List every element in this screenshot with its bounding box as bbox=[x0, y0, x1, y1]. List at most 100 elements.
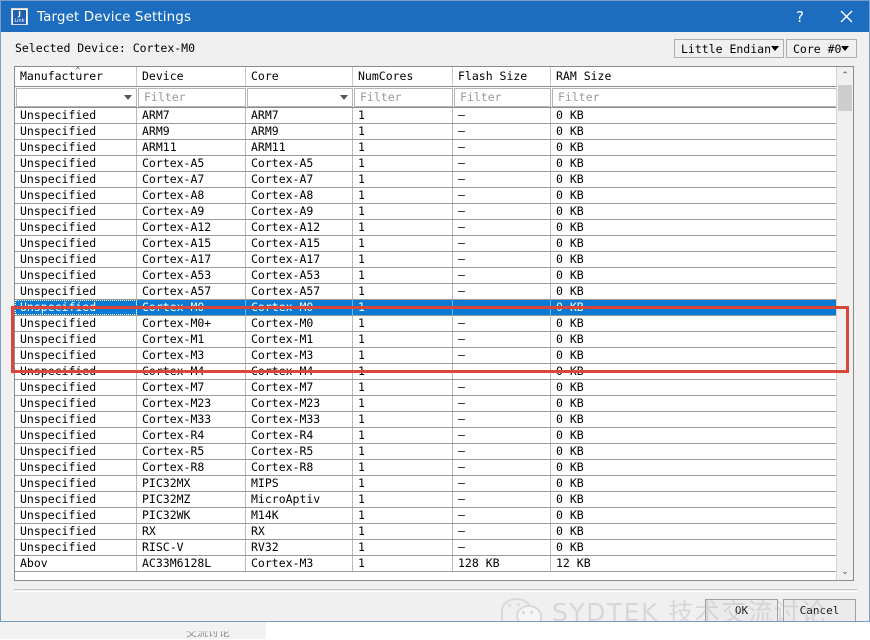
cell-manufacturer: Unspecified bbox=[15, 108, 137, 123]
cell-manufacturer: Unspecified bbox=[15, 300, 137, 315]
table-row[interactable]: Unspecified Cortex-A7 Cortex-A7 1–0 KB bbox=[15, 172, 838, 188]
cell-manufacturer: Unspecified bbox=[15, 396, 137, 411]
table-row[interactable]: Unspecified Cortex-A17 Cortex-A17 1–0 KB bbox=[15, 252, 838, 268]
core-dropdown-value: Core #0 bbox=[793, 41, 842, 56]
table-row[interactable]: Unspecified Cortex-A12 Cortex-A12 1–0 KB bbox=[15, 220, 838, 236]
column-header-device[interactable]: Device bbox=[137, 67, 246, 86]
table-row[interactable]: Unspecified Cortex-A53 Cortex-A53 1–0 KB bbox=[15, 268, 838, 284]
cell-flash: – bbox=[453, 508, 551, 523]
table-row[interactable]: Unspecified Cortex-M3 Cortex-M3 1–0 KB bbox=[15, 348, 838, 364]
table-row[interactable]: Unspecified Cortex-A9 Cortex-A9 1–0 KB bbox=[15, 204, 838, 220]
chevron-down-icon bbox=[124, 95, 132, 100]
cell-ram: 12 KB bbox=[556, 556, 591, 570]
table-row[interactable]: Unspecified Cortex-R5 Cortex-R5 1–0 KB bbox=[15, 444, 838, 460]
cell-ram: 0 KB bbox=[556, 252, 584, 266]
cell-flash: 128 KB bbox=[453, 556, 551, 571]
cell-numcores: 1 bbox=[353, 508, 453, 523]
filter-placeholder: Filter bbox=[460, 90, 502, 104]
filter-input-numcores[interactable]: Filter bbox=[354, 88, 453, 107]
watermark: SYDTEK 技术交流讨论 bbox=[501, 593, 827, 621]
table-row[interactable]: Unspecified ARM7 ARM7 1–0 KB bbox=[15, 108, 838, 124]
footer-divider-highlight bbox=[14, 591, 857, 592]
column-header-core[interactable]: Core bbox=[246, 67, 353, 86]
close-button[interactable] bbox=[823, 1, 869, 32]
cell-ram: 0 KB bbox=[556, 316, 584, 330]
table-row[interactable]: Unspecified RISC-V RV32 1–0 KB bbox=[15, 540, 838, 556]
table-row[interactable]: Unspecified Cortex-M33 Cortex-M33 1–0 KB bbox=[15, 412, 838, 428]
table-row[interactable]: Abov AC33M6128L Cortex-M3 1 128 KB 12 KB bbox=[15, 556, 838, 572]
cell-device: ARM11 bbox=[137, 140, 246, 155]
table-row[interactable]: Unspecified Cortex-A5 Cortex-A5 1–0 KB bbox=[15, 156, 838, 172]
cell-core: Cortex-A53 bbox=[246, 268, 353, 283]
cell-device: Cortex-M0+ bbox=[137, 316, 246, 331]
column-header-numcores[interactable]: NumCores bbox=[353, 67, 453, 86]
table-row[interactable]: Unspecified Cortex-A8 Cortex-A8 1–0 KB bbox=[15, 188, 838, 204]
table-row[interactable]: Unspecified Cortex-R4 Cortex-R4 1–0 KB bbox=[15, 428, 838, 444]
table-row[interactable]: Unspecified ARM11 ARM11 1–0 KB bbox=[15, 140, 838, 156]
table-row[interactable]: Unspecified RX RX 1–0 KB bbox=[15, 524, 838, 540]
cell-flash: – bbox=[453, 252, 551, 267]
cell-manufacturer: Unspecified bbox=[15, 156, 137, 171]
core-dropdown[interactable]: Core #0 bbox=[786, 39, 857, 58]
table-row[interactable]: Unspecified Cortex-M4 Cortex-M4 1–0 KB bbox=[15, 364, 838, 380]
filter-input-core[interactable] bbox=[247, 88, 353, 107]
table-row[interactable]: Unspecified Cortex-R8 Cortex-R8 1–0 KB bbox=[15, 460, 838, 476]
cell-core: Cortex-A9 bbox=[246, 204, 353, 219]
cell-numcores: 1 bbox=[353, 364, 453, 379]
column-header-manufacturer[interactable]: Manufacturer bbox=[15, 67, 137, 86]
cell-core: Cortex-A17 bbox=[246, 252, 353, 267]
cell-manufacturer: Unspecified bbox=[15, 444, 137, 459]
filter-input-device[interactable]: Filter bbox=[138, 88, 246, 107]
scroll-down-button[interactable]: ⌄ bbox=[837, 563, 853, 580]
cell-numcores: 1 bbox=[353, 380, 453, 395]
cell-ram: 0 KB bbox=[556, 188, 584, 202]
table-row[interactable]: Unspecified PIC32MX MIPS 1–0 KB bbox=[15, 476, 838, 492]
cell-numcores: 1 bbox=[353, 476, 453, 491]
cell-core: Cortex-M1 bbox=[246, 332, 353, 347]
table-row[interactable]: Unspecified Cortex-M23 Cortex-M23 1–0 KB bbox=[15, 396, 838, 412]
column-header-flash-size[interactable]: Flash Size bbox=[453, 67, 551, 86]
cell-numcores: 1 bbox=[353, 124, 453, 139]
table-row[interactable]: Unspecified Cortex-A15 Cortex-A15 1–0 KB bbox=[15, 236, 838, 252]
table-row[interactable]: Unspecified Cortex-M0+ Cortex-M0 1–0 KB bbox=[15, 316, 838, 332]
filter-input-ram-size[interactable]: Filter bbox=[552, 88, 838, 107]
cell-core: Cortex-M4 bbox=[246, 364, 353, 379]
cell-numcores: 1 bbox=[353, 540, 453, 555]
cell-numcores: 1 bbox=[353, 332, 453, 347]
cell-device: Cortex-M1 bbox=[137, 332, 246, 347]
cell-manufacturer: Unspecified bbox=[15, 188, 137, 203]
table-row[interactable]: Unspecified Cortex-M7 Cortex-M7 1–0 KB bbox=[15, 380, 838, 396]
help-button[interactable]: ? bbox=[777, 1, 823, 32]
table-filter-row: Filter Filter Filter Filter bbox=[15, 87, 853, 108]
table-row[interactable]: Unspecified Cortex-A57 Cortex-A57 1–0 KB bbox=[15, 284, 838, 300]
filter-input-manufacturer[interactable] bbox=[16, 88, 137, 107]
scroll-up-button[interactable]: ⌃ bbox=[837, 67, 853, 84]
cell-device: Cortex-R8 bbox=[137, 460, 246, 475]
table-row[interactable]: Unspecified PIC32MZ MicroAptiv 1–0 KB bbox=[15, 492, 838, 508]
filter-input-flash-size[interactable]: Filter bbox=[454, 88, 551, 107]
ok-button[interactable]: OK bbox=[705, 599, 778, 621]
cell-ram: 0 KB bbox=[556, 284, 584, 298]
cell-numcores: 1 bbox=[353, 268, 453, 283]
cell-ram: 0 KB bbox=[556, 540, 584, 554]
chevron-down-icon bbox=[771, 46, 780, 51]
cell-numcores: 1 bbox=[353, 188, 453, 203]
scrollbar-thumb[interactable] bbox=[838, 85, 852, 111]
table-row[interactable]: Unspecified PIC32WK M14K 1–0 KB bbox=[15, 508, 838, 524]
cell-device: Cortex-A5 bbox=[137, 156, 246, 171]
table-row[interactable]: Unspecified Cortex-M1 Cortex-M1 1–0 KB bbox=[15, 332, 838, 348]
cell-core: MicroAptiv bbox=[246, 492, 353, 507]
footer-divider bbox=[14, 589, 857, 590]
table-row[interactable]: Unspecified Cortex-M0 Cortex-M0 1–0 KB bbox=[15, 300, 838, 316]
endian-dropdown[interactable]: Little Endian bbox=[674, 39, 784, 58]
cell-ram: 0 KB bbox=[556, 220, 584, 234]
cell-ram: 0 KB bbox=[556, 428, 584, 442]
cancel-button[interactable]: Cancel bbox=[783, 599, 856, 621]
selected-device-label: Selected Device: Cortex-M0 bbox=[15, 41, 196, 55]
table-row[interactable]: Unspecified ARM9 ARM9 1–0 KB bbox=[15, 124, 838, 140]
cell-flash: – bbox=[453, 316, 551, 331]
column-header-ram-size[interactable]: RAM Size bbox=[551, 67, 838, 86]
vertical-scrollbar[interactable]: ⌃ ⌄ bbox=[836, 67, 853, 580]
cell-core: Cortex-A12 bbox=[246, 220, 353, 235]
cell-ram: 0 KB bbox=[556, 460, 584, 474]
